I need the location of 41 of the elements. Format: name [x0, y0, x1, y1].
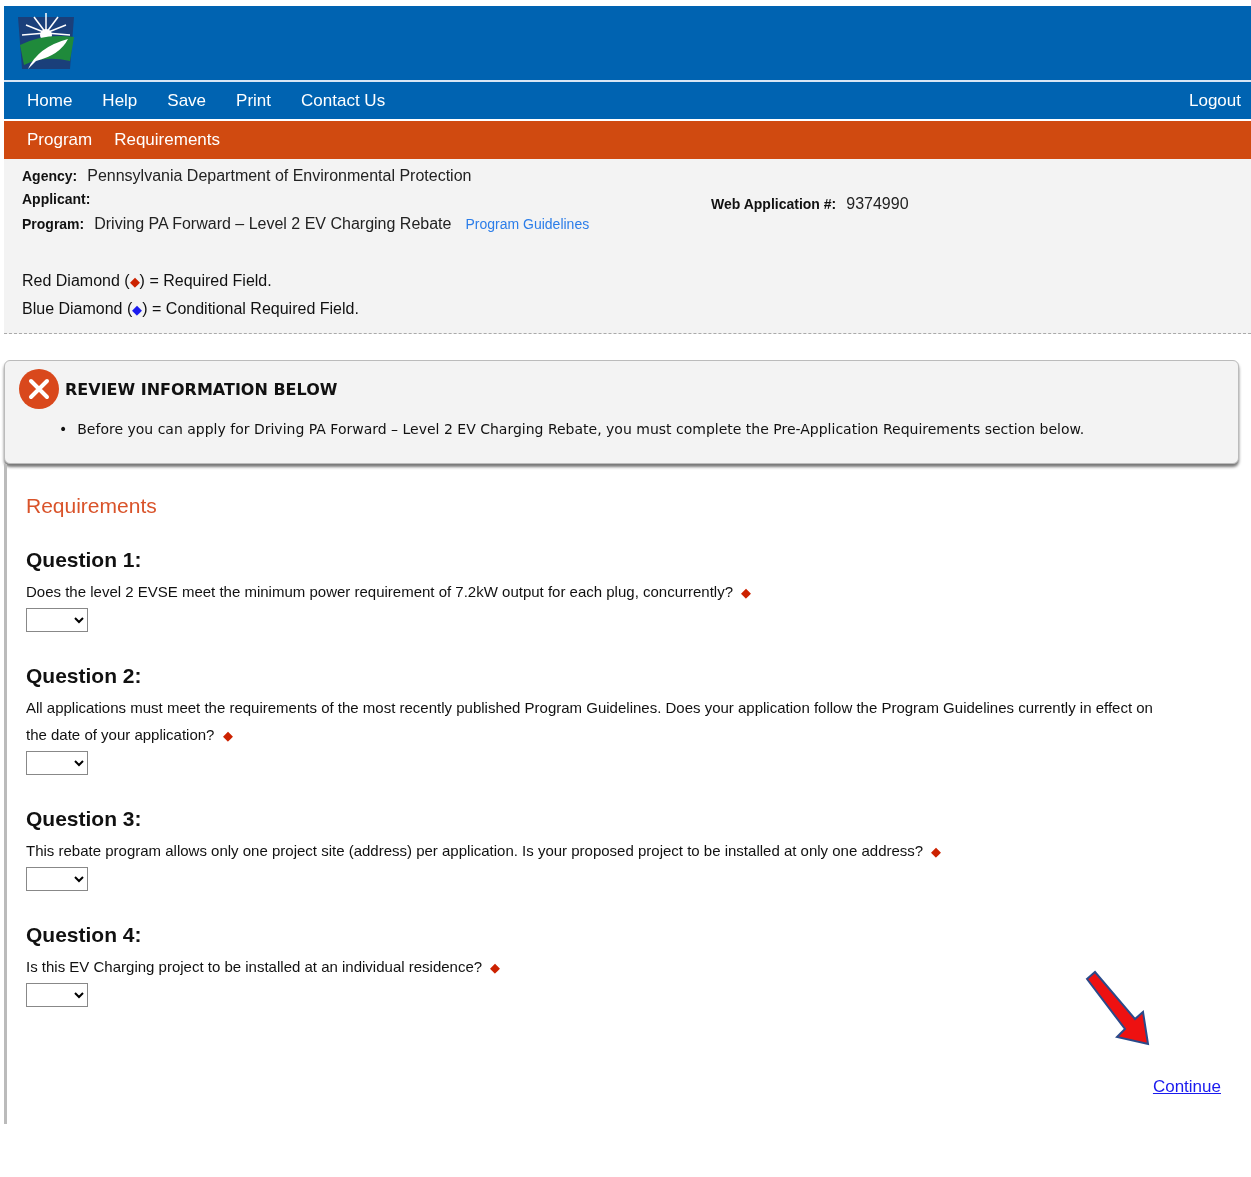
field-label: Applicant: [22, 191, 91, 207]
field-value: 9374990 [846, 195, 909, 213]
alert-title: REVIEW INFORMATION BELOW [65, 379, 338, 399]
nav-link[interactable]: Save [167, 90, 207, 111]
answer-dropdown[interactable] [26, 608, 88, 632]
question-text: Does the level 2 EVSE meet the minimum power requirement of 7.2kW output for each plug, concurrently? ◆ [26, 582, 752, 602]
question-text: All applications must meet the requirements of the most recently published Program Guidelines. Does your application follow the Program Guidelines currently in effect on the date of your application? ◆ [26, 698, 1154, 745]
nav-link[interactable]: Help [102, 90, 138, 111]
field-label: Web Application #: [711, 196, 837, 212]
question-text: This rebate program allows only one project site (address) per application. Is your proposed project to be installed at only one address? ◆ [26, 841, 942, 861]
legend-text: ) = Required Field. [139, 272, 272, 289]
legend-text: ) = Conditional Required Field. [142, 300, 359, 317]
section-title: Requirements [26, 494, 158, 518]
field-value: Driving PA Forward – Level 2 EV Charging Rebate [94, 215, 452, 233]
question-title: Question 2: [26, 664, 143, 688]
legend-text: Red Diamond ( [22, 272, 130, 289]
field-value: Pennsylvania Department of Environmental Protection [87, 167, 472, 185]
field-label: Agency: [22, 168, 78, 184]
diamond-marker: ◆ [129, 274, 140, 289]
alert-message: Before you can apply for Driving PA Forward – Level 2 EV Charging Rebate, you must complete the Pre-Application Requirements section below. [77, 420, 1085, 439]
answer-dropdown[interactable] [26, 867, 88, 891]
question-text: Is this EV Charging project to be installed at an individual residence? ◆ [26, 957, 501, 977]
arrow-icon [1085, 969, 1151, 1047]
nav-link[interactable]: Contact Us [301, 90, 386, 111]
answer-dropdown[interactable] [26, 751, 88, 775]
answer-dropdown[interactable] [26, 983, 88, 1007]
field-label: Program: [22, 216, 85, 232]
guidelines-link[interactable]: Program Guidelines [465, 216, 590, 232]
logout-link[interactable]: Logout [1189, 90, 1241, 111]
sub-nav-link[interactable]: Program [27, 130, 93, 150]
nav-link[interactable]: Home [27, 90, 73, 111]
bullet-marker: • [59, 420, 68, 439]
sub-nav-link[interactable]: Requirements [114, 130, 220, 150]
nav-link[interactable]: Print [236, 90, 272, 111]
legend-text: Blue Diamond ( [22, 300, 133, 317]
error-icon [19, 369, 59, 409]
question-title: Question 4: [26, 923, 143, 947]
question-title: Question 3: [26, 807, 143, 831]
continue-link[interactable]: Continue [1152, 1077, 1221, 1097]
question-title: Question 1: [26, 548, 143, 572]
diamond-marker: ◆ [132, 302, 143, 317]
